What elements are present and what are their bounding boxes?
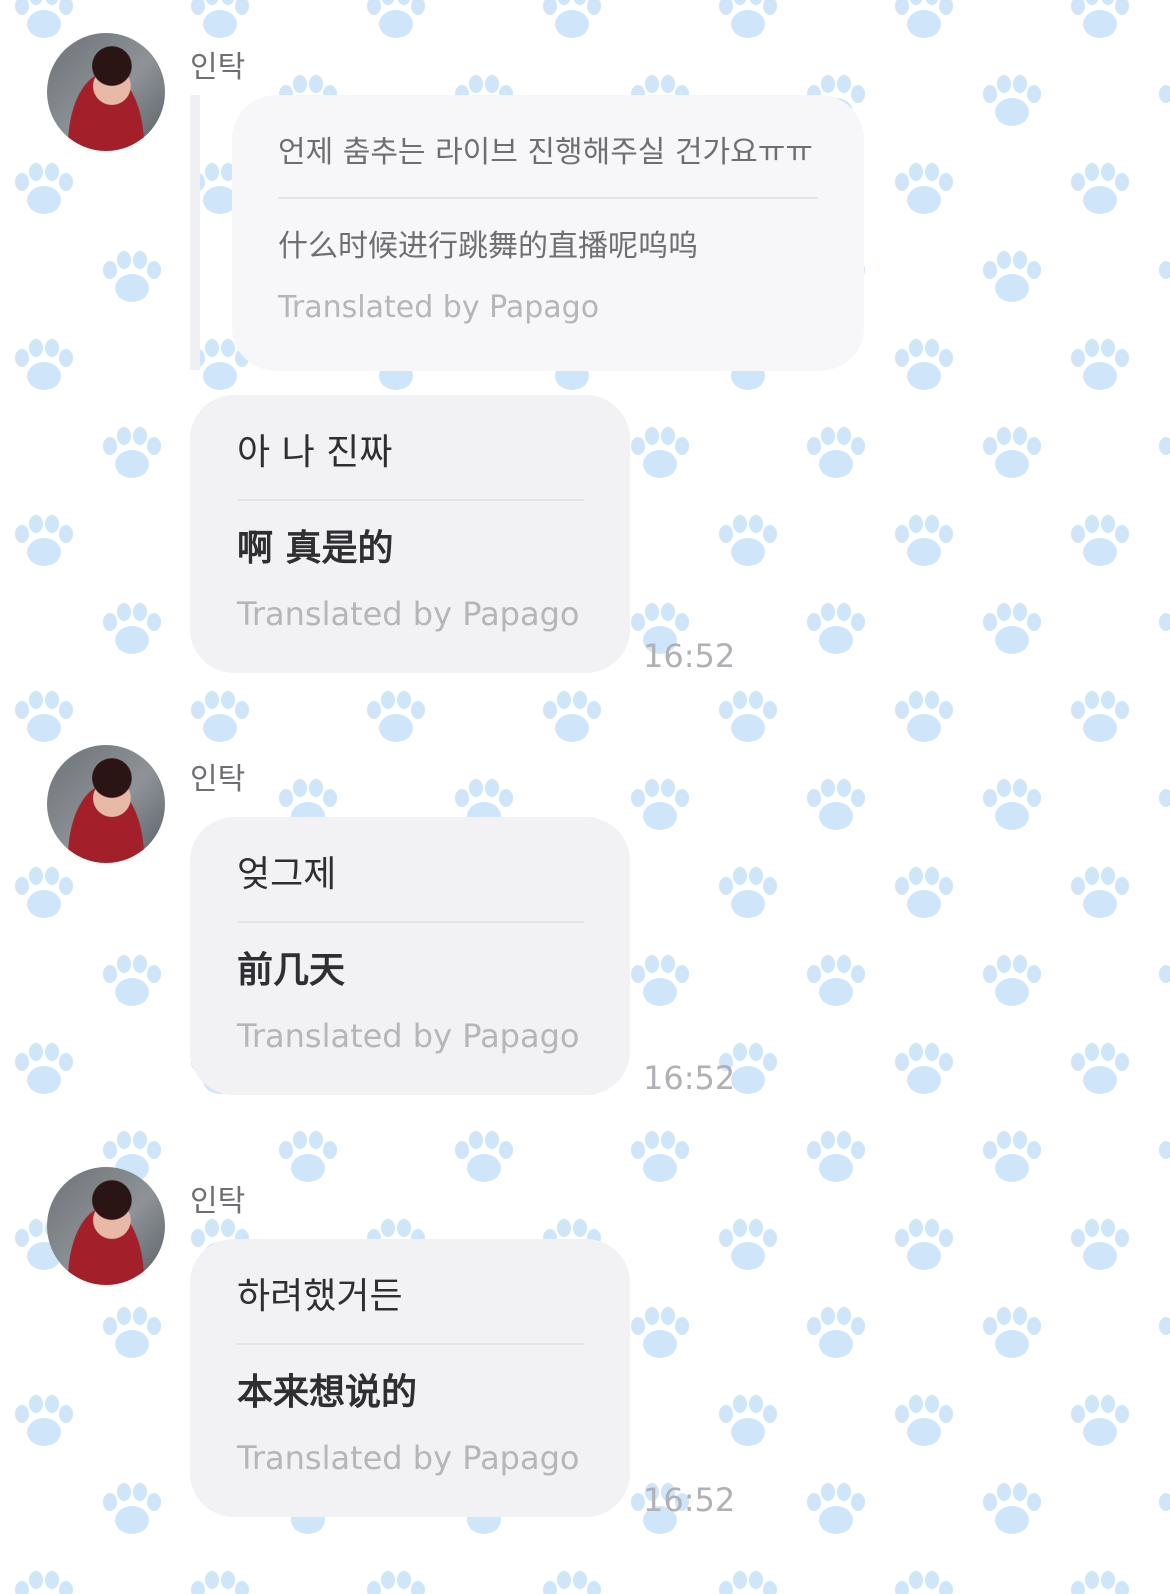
message-original-text: 하려했거든 — [237, 1276, 403, 1317]
sender-name: 인탁 — [190, 50, 246, 85]
message-timestamp: 16:52 — [643, 637, 736, 675]
divider — [278, 197, 818, 199]
message-original-text: 엊그제 — [237, 854, 337, 895]
sender-name: 인탁 — [190, 1184, 246, 1219]
sender-name: 인탁 — [190, 762, 246, 797]
message-bubble[interactable]: 아 나 진짜 啊 真是的 Translated by Papago — [190, 395, 630, 673]
avatar[interactable] — [47, 1167, 165, 1285]
avatar[interactable] — [47, 33, 165, 151]
message-original-text: 아 나 진짜 — [237, 432, 393, 473]
quote-original-text: 언제 춤추는 라이브 진행해주실 건가요ㅠㅠ — [278, 135, 813, 170]
message-timestamp: 16:52 — [643, 1481, 736, 1519]
translation-credit: Translated by Papago — [278, 290, 600, 325]
divider — [237, 921, 584, 923]
message-translated-text: 本来想说的 — [237, 1372, 418, 1413]
divider — [237, 1343, 584, 1345]
translation-credit: Translated by Papago — [237, 595, 580, 633]
divider — [237, 499, 584, 501]
message-translated-text: 前几天 — [237, 950, 346, 991]
reply-quote-bubble[interactable]: 언제 춤추는 라이브 진행해주실 건가요ㅠㅠ 什么时候进行跳舞的直播呢呜呜 Tr… — [232, 95, 864, 371]
quote-translated-text: 什么时候进行跳舞的直播呢呜呜 — [278, 229, 698, 264]
message-bubble[interactable]: 하려했거든 本来想说的 Translated by Papago — [190, 1239, 630, 1517]
translation-credit: Translated by Papago — [237, 1439, 580, 1477]
message-timestamp: 16:52 — [643, 1059, 736, 1097]
message-translated-text: 啊 真是的 — [237, 528, 394, 569]
message-bubble[interactable]: 엊그제 前几天 Translated by Papago — [190, 817, 630, 1095]
avatar[interactable] — [47, 745, 165, 863]
translation-credit: Translated by Papago — [237, 1017, 580, 1055]
reply-quote-bar — [190, 95, 200, 370]
chat-thread: 인탁 언제 춤추는 라이브 진행해주실 건가요ㅠㅠ 什么时候进行跳舞的直播呢呜呜… — [0, 0, 1170, 1594]
